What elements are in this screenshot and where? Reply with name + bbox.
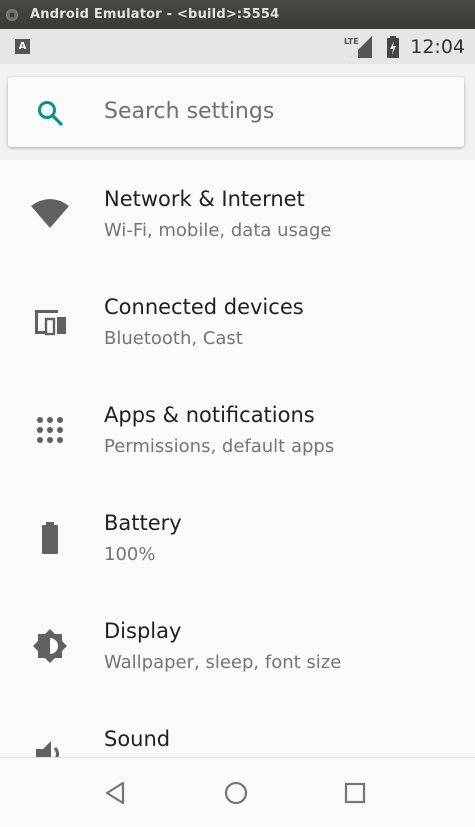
wifi-icon bbox=[30, 194, 70, 234]
search-placeholder: Search settings bbox=[104, 99, 275, 124]
window-close-button[interactable] bbox=[6, 8, 18, 21]
back-icon bbox=[105, 781, 125, 805]
settings-item-subtitle: Wallpaper, sleep, font size bbox=[104, 652, 342, 673]
brightness-icon bbox=[30, 626, 70, 666]
status-bar: A LTE 12:04 bbox=[0, 29, 475, 64]
devices-icon bbox=[30, 302, 70, 342]
settings-item-subtitle: Wi-Fi, mobile, data usage bbox=[104, 220, 332, 241]
recents-button[interactable] bbox=[340, 778, 370, 808]
home-button[interactable] bbox=[221, 778, 251, 808]
search-icon bbox=[38, 101, 63, 126]
settings-item-connected-devices[interactable]: Connected devices Bluetooth, Cast bbox=[0, 268, 475, 376]
window-title: Android Emulator - <build>:5554 bbox=[30, 7, 280, 22]
settings-item-apps[interactable]: Apps & notifications Permissions, defaul… bbox=[0, 376, 475, 484]
battery-icon bbox=[30, 518, 70, 558]
back-button[interactable] bbox=[100, 778, 130, 808]
search-area: Search settings bbox=[0, 64, 475, 160]
clock: 12:04 bbox=[410, 35, 465, 58]
settings-item-sound[interactable]: Sound bbox=[0, 700, 475, 757]
settings-item-subtitle: Permissions, default apps bbox=[104, 436, 335, 457]
home-icon bbox=[224, 781, 248, 805]
settings-item-subtitle: 100% bbox=[104, 544, 156, 565]
settings-item-title: Sound bbox=[104, 727, 171, 751]
notification-icon: A bbox=[15, 39, 30, 54]
settings-item-title: Connected devices bbox=[104, 295, 304, 319]
settings-item-title: Battery bbox=[104, 511, 182, 535]
window-titlebar: Android Emulator - <build>:5554 bbox=[0, 0, 475, 29]
settings-item-subtitle: Bluetooth, Cast bbox=[104, 328, 243, 349]
network-label: LTE bbox=[344, 37, 359, 46]
settings-item-title: Apps & notifications bbox=[104, 403, 315, 427]
lte-signal-icon: LTE bbox=[344, 35, 373, 58]
recents-icon bbox=[344, 782, 366, 804]
settings-item-display[interactable]: Display Wallpaper, sleep, font size bbox=[0, 592, 475, 700]
navigation-bar bbox=[0, 757, 475, 827]
settings-list[interactable]: Network & Internet Wi-Fi, mobile, data u… bbox=[0, 160, 475, 757]
search-bar[interactable]: Search settings bbox=[8, 77, 464, 147]
volume-icon bbox=[30, 734, 70, 757]
settings-item-battery[interactable]: Battery 100% bbox=[0, 484, 475, 592]
settings-item-title: Display bbox=[104, 619, 182, 643]
apps-icon bbox=[30, 410, 70, 450]
battery-charging-icon bbox=[387, 35, 400, 58]
settings-item-title: Network & Internet bbox=[104, 187, 305, 211]
settings-item-network[interactable]: Network & Internet Wi-Fi, mobile, data u… bbox=[0, 160, 475, 268]
